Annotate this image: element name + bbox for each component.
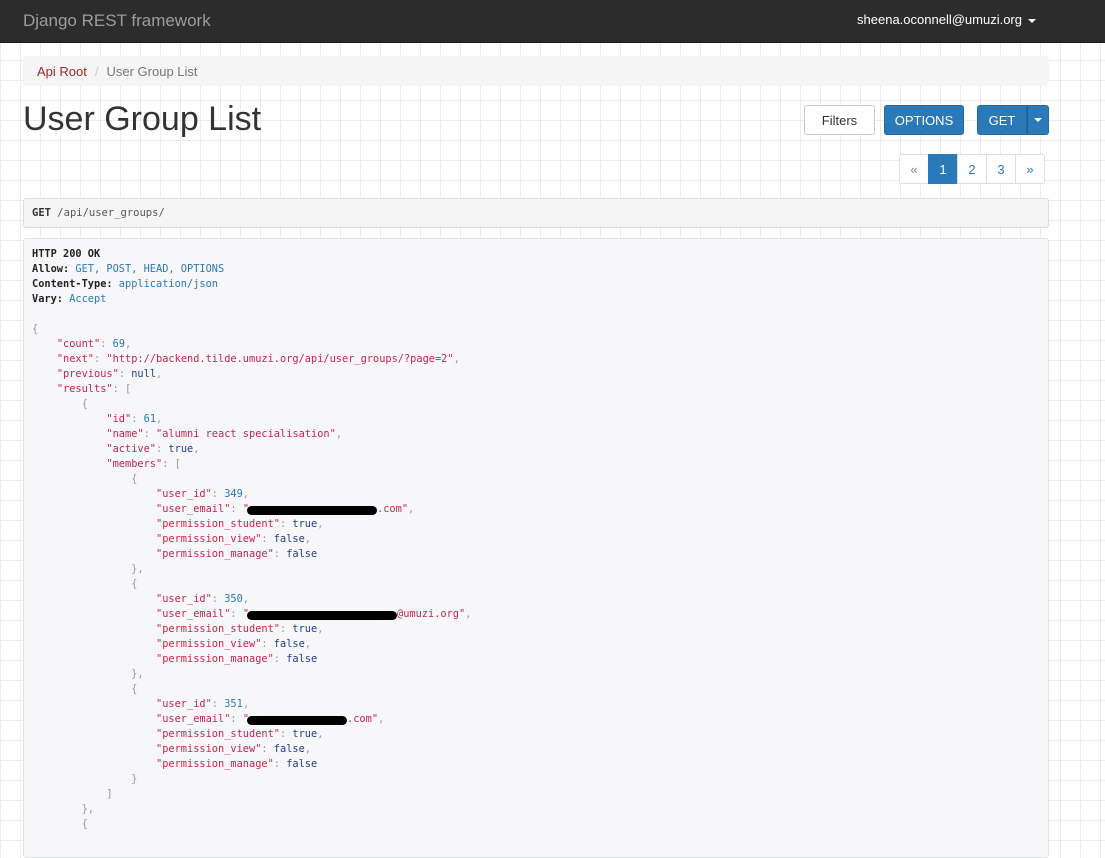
json-key-permission-view: "permission_view"	[156, 638, 262, 650]
json-value-email-end: @umuzi.org"	[397, 608, 466, 620]
redacted-email-scribble	[247, 716, 348, 725]
json-key-name: "name"	[106, 428, 144, 440]
redacted-email-scribble	[247, 611, 398, 620]
json-key-count: "count"	[56, 338, 101, 350]
pagination: « 1 2 3 »	[899, 154, 1045, 184]
json-value-user-id: 351	[224, 698, 243, 710]
breadcrumb: Api Root / User Group List	[23, 56, 1049, 86]
json-value-previous: null	[131, 368, 157, 380]
json-value-count: 69	[112, 338, 126, 350]
header-content-type-value: application/json	[118, 278, 218, 290]
json-key-results: "results"	[56, 383, 113, 395]
navbar: Django REST framework sheena.oconnell@um…	[0, 0, 1105, 43]
request-path: /api/user_groups/	[57, 207, 165, 219]
pagination-page-2[interactable]: 2	[957, 154, 987, 184]
options-button[interactable]: OPTIONS	[884, 105, 964, 135]
header-vary-key: Vary:	[32, 293, 63, 305]
json-key-permission-view: "permission_view"	[156, 533, 262, 545]
json-value-active: true	[168, 443, 194, 455]
page-title: User Group List	[23, 100, 262, 138]
caret-down-icon	[1028, 18, 1036, 23]
json-key-id: "id"	[106, 413, 132, 425]
json-key-permission-view: "permission_view"	[156, 743, 262, 755]
json-key-active: "active"	[106, 443, 157, 455]
json-value-permission-manage: false	[286, 548, 318, 560]
json-key-next: "next"	[56, 353, 95, 365]
json-key-permission-student: "permission_student"	[156, 518, 280, 530]
get-button[interactable]: GET	[977, 105, 1027, 135]
json-value-permission-student: true	[292, 728, 318, 740]
pagination-page-3[interactable]: 3	[986, 154, 1016, 184]
header-content-type-key: Content-Type:	[32, 278, 113, 290]
json-value-permission-student: true	[292, 518, 318, 530]
header-vary-value: Accept	[69, 293, 107, 305]
json-key-user-id: "user_id"	[156, 593, 212, 605]
json-value-permission-student: true	[292, 623, 318, 635]
breadcrumb-current: User Group List	[106, 63, 198, 79]
json-key-permission-manage: "permission_manage"	[156, 653, 274, 665]
json-value-permission-manage: false	[286, 758, 318, 770]
caret-down-icon	[1034, 118, 1042, 122]
get-format-dropdown[interactable]	[1027, 105, 1049, 135]
pagination-page-1[interactable]: 1	[928, 154, 958, 184]
json-value-permission-manage: false	[286, 653, 318, 665]
json-key-previous: "previous"	[56, 368, 119, 380]
header-allow-value: GET, POST, HEAD, OPTIONS	[75, 263, 225, 275]
breadcrumb-api-root[interactable]: Api Root	[37, 64, 87, 79]
request-info: GET /api/user_groups/	[23, 198, 1049, 228]
json-key-members: "members"	[106, 458, 163, 470]
pagination-prev[interactable]: «	[899, 154, 929, 184]
json-key-user-email: "user_email"	[156, 713, 231, 725]
json-value-next-link[interactable]: "http://backend.tilde.umuzi.org/api/user…	[106, 353, 453, 365]
json-value-name: "alumni react specialisation"	[156, 428, 336, 440]
pagination-next[interactable]: »	[1015, 154, 1045, 184]
json-value-user-id: 350	[224, 593, 243, 605]
json-key-user-id: "user_id"	[156, 488, 212, 500]
json-value-user-id: 349	[224, 488, 243, 500]
brand-link[interactable]: Django REST framework	[23, 11, 211, 31]
json-value-email-end: .com"	[347, 713, 379, 725]
json-key-permission-student: "permission_student"	[156, 623, 280, 635]
json-key-permission-manage: "permission_manage"	[156, 548, 274, 560]
json-key-user-email: "user_email"	[156, 608, 231, 620]
json-key-permission-manage: "permission_manage"	[156, 758, 274, 770]
breadcrumb-separator: /	[94, 63, 99, 79]
json-value-permission-view: false	[273, 743, 305, 755]
json-key-user-id: "user_id"	[156, 698, 212, 710]
response-body: HTTP 200 OK Allow: GET, POST, HEAD, OPTI…	[23, 238, 1049, 858]
json-value-id: 61	[143, 413, 157, 425]
response-status: HTTP 200 OK	[32, 248, 101, 260]
json-key-user-email: "user_email"	[156, 503, 231, 515]
header-allow-key: Allow:	[32, 263, 70, 275]
user-email: sheena.oconnell@umuzi.org	[857, 12, 1022, 27]
json-key-permission-student: "permission_student"	[156, 728, 280, 740]
filters-button[interactable]: Filters	[804, 105, 875, 135]
json-value-email-end: .com"	[377, 503, 409, 515]
redacted-email-scribble	[247, 506, 378, 515]
request-method: GET	[32, 207, 51, 219]
user-menu-dropdown[interactable]: sheena.oconnell@umuzi.org	[857, 12, 1036, 27]
json-value-permission-view: false	[273, 533, 305, 545]
json-value-permission-view: false	[273, 638, 305, 650]
